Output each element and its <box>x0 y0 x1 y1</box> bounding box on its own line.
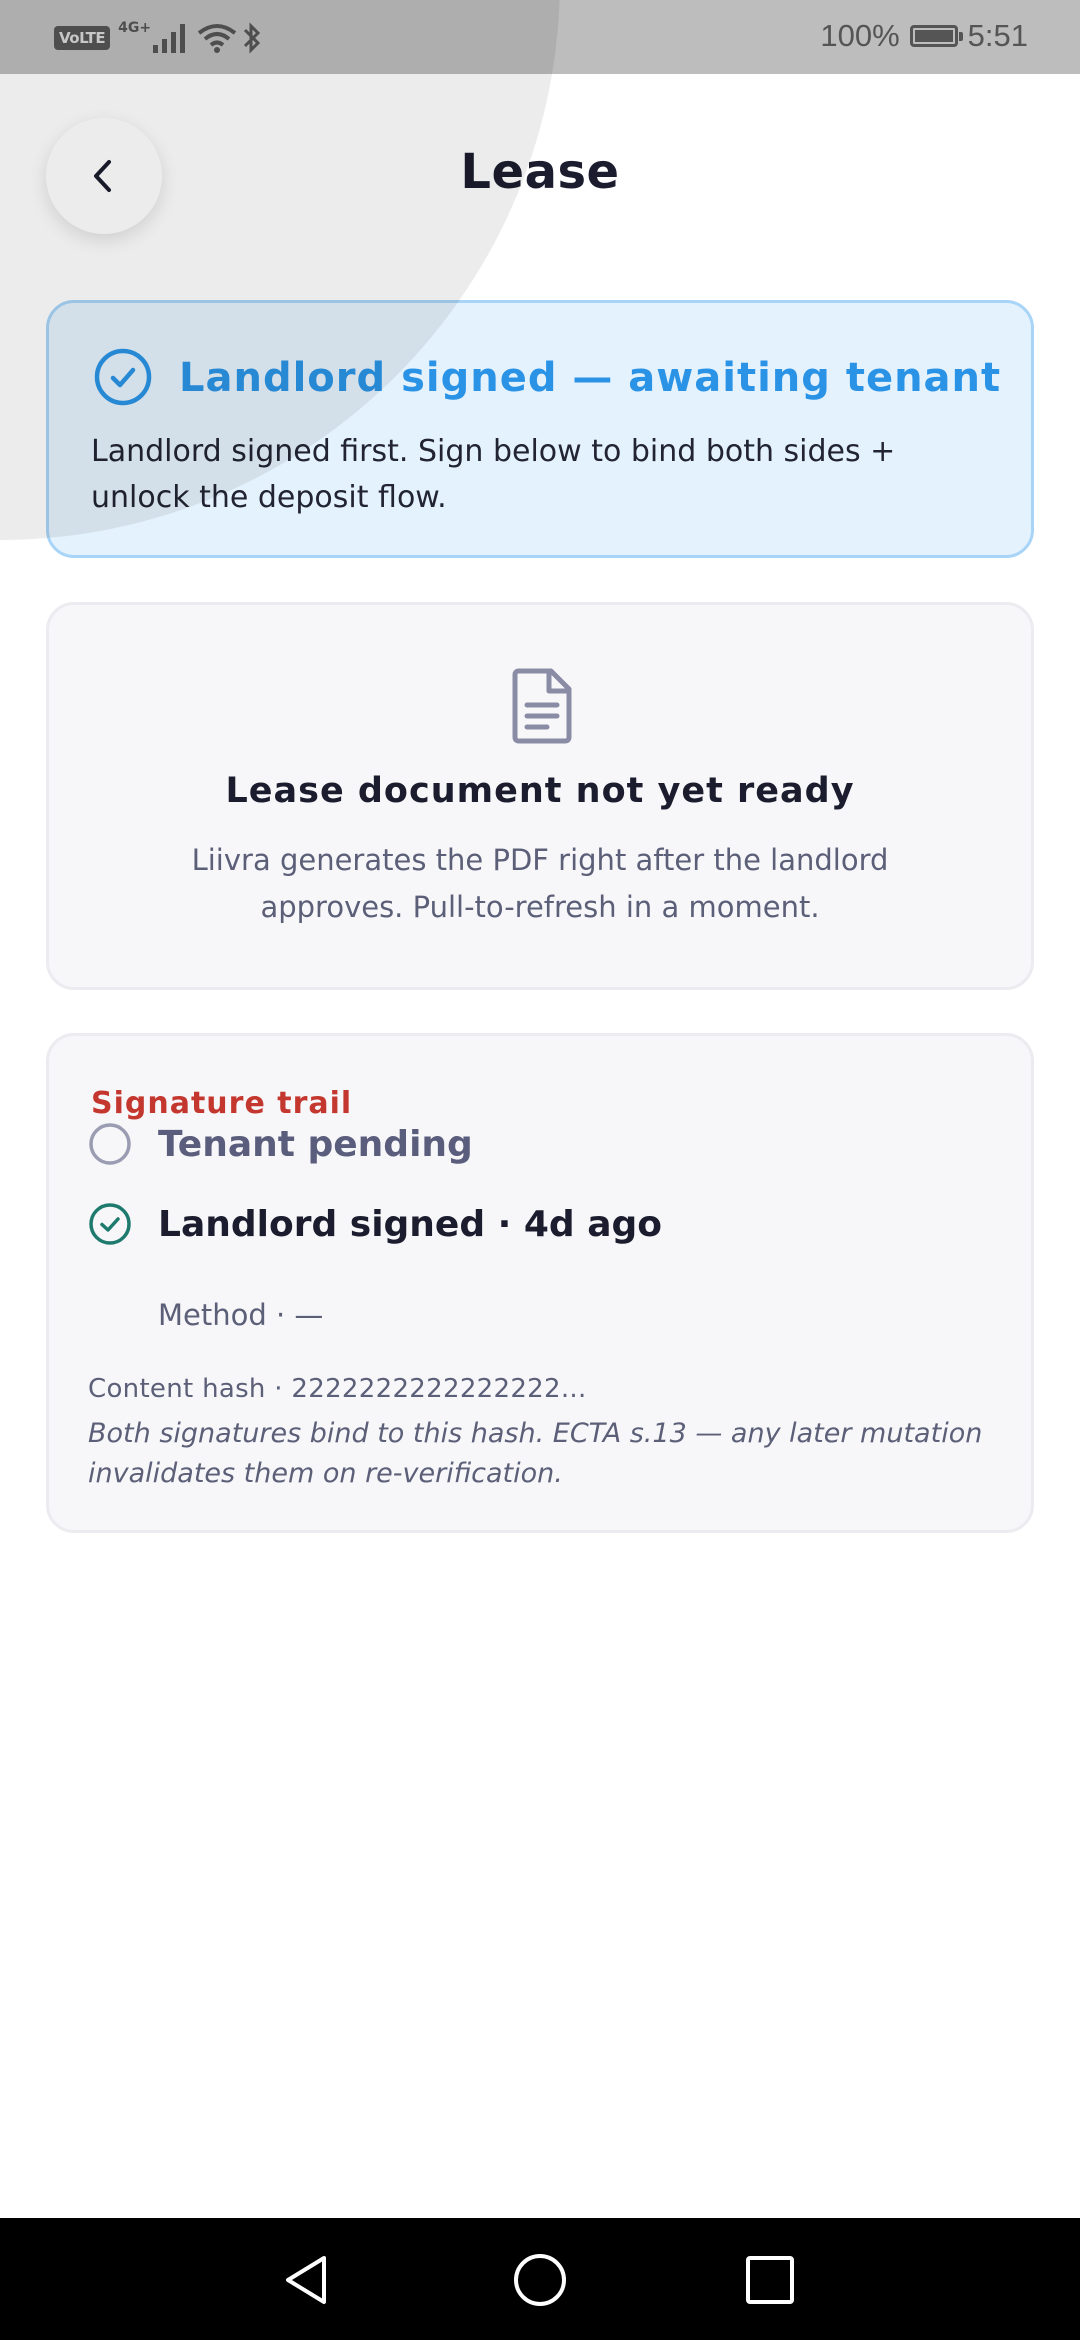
signal-icon <box>153 24 186 53</box>
clock: 5:51 <box>967 18 1028 53</box>
hash-note: Both signatures bind to this hash. ECTA … <box>88 1418 983 1489</box>
trail-row-tenant: Tenant pending <box>88 1120 988 1180</box>
screen: VoLTE 4G+ 100% 5:51 Lease Landlord signe… <box>0 0 1080 2340</box>
nav-home-icon[interactable] <box>508 2248 572 2312</box>
document-icon <box>512 668 572 744</box>
document-title: Lease document not yet ready <box>225 771 855 811</box>
document-card: Lease document not yet ready Liivra gene… <box>46 602 1034 990</box>
wifi-icon <box>197 24 237 53</box>
empty-circle-icon <box>89 1123 131 1165</box>
document-body: Liivra generates the PDF right after the… <box>191 843 889 924</box>
status-right: 100% 5:51 <box>820 16 1028 56</box>
battery-percent: 100% <box>820 18 900 53</box>
banner-body: Landlord signed first. Sign below to bin… <box>91 434 896 515</box>
banner-title: Landlord signed — awaiting tenant <box>179 355 1002 401</box>
nav-back-icon[interactable] <box>276 2248 340 2312</box>
trail-row-label: Landlord signed · 4d ago <box>158 1204 662 1245</box>
trail-row-landlord: Landlord signed · 4d ago <box>88 1200 988 1260</box>
signature-method: Method · — <box>158 1298 324 1332</box>
check-circle-icon <box>94 348 152 406</box>
status-banner: Landlord signed — awaiting tenant Landlo… <box>46 300 1034 558</box>
volte-badge: VoLTE <box>54 26 111 50</box>
trail-row-label: Tenant pending <box>158 1124 473 1165</box>
page-title: Lease <box>460 144 620 200</box>
nav-recents-icon[interactable] <box>738 2248 802 2312</box>
signature-trail-heading: Signature trail <box>91 1086 353 1121</box>
battery-icon <box>909 25 963 47</box>
network-type: 4G+ <box>118 20 152 36</box>
system-nav-bar <box>0 2218 1080 2340</box>
status-bar: VoLTE 4G+ 100% 5:51 <box>0 0 1080 74</box>
check-circle-icon <box>89 1203 131 1245</box>
content-hash: Content hash · 2222222222222222... <box>88 1374 587 1404</box>
status-left: VoLTE 4G+ <box>54 18 265 58</box>
bluetooth-icon <box>244 22 261 54</box>
